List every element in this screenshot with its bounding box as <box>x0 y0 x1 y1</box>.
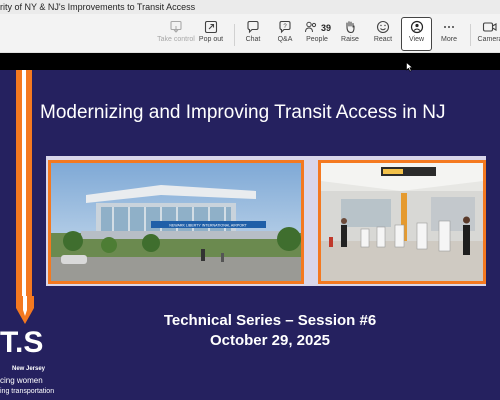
view-label: View <box>408 36 425 43</box>
toolbar-divider <box>470 24 471 46</box>
more-button[interactable]: More <box>430 18 468 50</box>
view-icon <box>410 20 423 34</box>
react-label: React <box>373 36 393 43</box>
raise-hand-icon <box>346 21 355 34</box>
camera-label: Camera <box>477 36 500 43</box>
window-title-bar: rity of NY & NJ's Improvements to Transi… <box>0 0 500 14</box>
logo-tagline-state: New Jersey <box>12 366 46 372</box>
people-icon <box>305 21 317 33</box>
station-interior-image <box>321 163 483 281</box>
session-date: October 29, 2025 <box>209 332 331 349</box>
meeting-toolbar: Take control Pop out Chat ? Q&A 39 Peopl… <box>0 14 500 53</box>
react-button[interactable]: React <box>364 18 402 50</box>
take-control-icon <box>170 20 182 33</box>
station-interior-photo <box>318 160 486 284</box>
pop-out-button[interactable]: Pop out <box>192 18 230 50</box>
more-icon <box>444 26 454 28</box>
accent-arrow-icon <box>16 296 34 324</box>
react-icon <box>376 20 390 34</box>
window-title: rity of NY & NJ's Improvements to Transi… <box>0 2 196 12</box>
logo-tagline-line1: cing women <box>0 376 43 385</box>
camera-button[interactable]: Camera <box>472 18 500 50</box>
session-title: Technical Series – Session #6 <box>163 312 377 329</box>
view-button[interactable]: View <box>401 17 432 51</box>
take-control-label: Take control <box>157 36 195 43</box>
pop-out-label: Pop out <box>198 36 224 43</box>
station-exterior-image: NEWARK LIBERTY INTERNATIONAL AIRPORT <box>51 163 301 281</box>
take-control-button[interactable]: Take control <box>156 18 196 50</box>
mouse-cursor-icon <box>406 62 414 72</box>
station-sign-text: NEWARK LIBERTY INTERNATIONAL AIRPORT <box>169 224 247 228</box>
more-label: More <box>441 36 457 43</box>
qa-icon: ? <box>279 20 291 34</box>
shared-slide: Modernizing and Improving Transit Access… <box>0 70 500 400</box>
logo-tagline-line2: ing transportation <box>0 388 55 395</box>
station-exterior-photo: NEWARK LIBERTY INTERNATIONAL AIRPORT <box>48 160 304 284</box>
chat-icon <box>247 20 259 34</box>
slide-title: Modernizing and Improving Transit Access… <box>40 102 446 123</box>
slide-accent-stripe <box>22 70 26 300</box>
shared-screen-top-bar <box>0 53 500 70</box>
pop-out-icon <box>204 20 218 34</box>
people-count: 39 <box>321 23 332 33</box>
camera-icon <box>482 22 497 32</box>
organization-logo: T.S <box>0 326 44 359</box>
